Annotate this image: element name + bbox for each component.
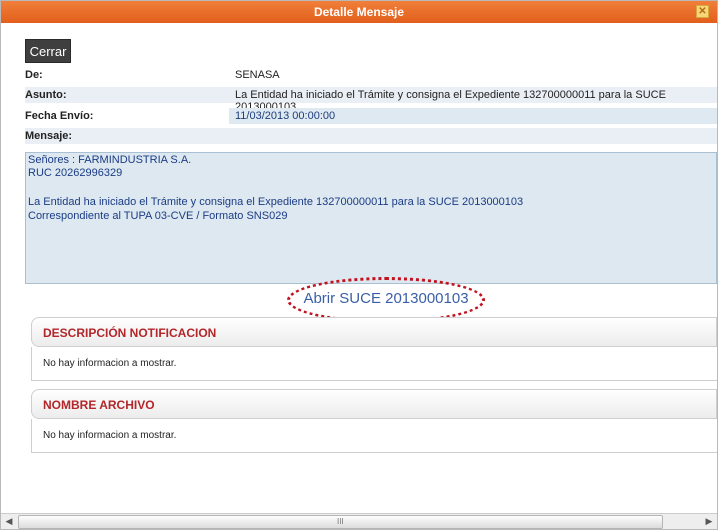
empty-message: No hay informacion a mostrar.	[43, 358, 177, 369]
panel-title: NOMBRE ARCHIVO	[43, 398, 155, 412]
dialog-titlebar: Detalle Mensaje ✕	[1, 1, 717, 23]
asunto-row: Asunto: La Entidad ha iniciado el Trámit…	[25, 87, 717, 113]
descripcion-notificacion-body: No hay informacion a mostrar.	[31, 347, 717, 381]
message-line: RUC 20262996329	[28, 167, 123, 179]
de-row: De: SENASA	[25, 67, 717, 83]
detalle-mensaje-dialog: Detalle Mensaje ✕ Cerrar De: SENASA Asun…	[0, 0, 718, 530]
fecha-label: Fecha Envío:	[25, 110, 94, 122]
de-value: SENASA	[235, 69, 280, 81]
scrollbar-thumb[interactable]: III	[18, 515, 663, 529]
nombre-archivo-header[interactable]: NOMBRE ARCHIVO	[31, 389, 717, 419]
scroll-right-icon[interactable]: ▶	[701, 514, 717, 529]
nombre-archivo-body: No hay informacion a mostrar.	[31, 419, 717, 453]
scroll-left-icon[interactable]: ◀	[1, 514, 17, 529]
message-line: La Entidad ha iniciado el Trámite y cons…	[28, 196, 524, 208]
asunto-label: Asunto:	[25, 89, 67, 101]
horizontal-scrollbar[interactable]: ◀ III ▶	[1, 513, 717, 529]
dialog-title: Detalle Mensaje	[313, 5, 405, 19]
mensaje-label: Mensaje:	[25, 130, 73, 142]
fecha-row: Fecha Envío: 11/03/2013 00:00:00	[25, 108, 717, 124]
descripcion-notificacion-header[interactable]: DESCRIPCIÓN NOTIFICACION	[31, 317, 717, 347]
abrir-suce-link[interactable]: Abrir SUCE 2013000103	[287, 290, 485, 307]
grip-icon: III	[337, 517, 344, 526]
panel-title: DESCRIPCIÓN NOTIFICACION	[43, 326, 217, 340]
de-label: De:	[25, 69, 43, 81]
message-line: Señores : FARMINDUSTRIA S.A.	[28, 154, 192, 166]
empty-message: No hay informacion a mostrar.	[43, 430, 177, 441]
fecha-value-field: 11/03/2013 00:00:00	[229, 108, 717, 124]
message-body: Señores : FARMINDUSTRIA S.A. RUC 2026299…	[25, 152, 717, 284]
mensaje-row: Mensaje:	[25, 128, 717, 144]
cerrar-button[interactable]: Cerrar	[25, 39, 71, 63]
message-line: Correspondiente al TUPA 03-CVE / Formato…	[28, 210, 288, 222]
fecha-value: 11/03/2013 00:00:00	[235, 110, 336, 122]
close-icon[interactable]: ✕	[696, 5, 709, 18]
